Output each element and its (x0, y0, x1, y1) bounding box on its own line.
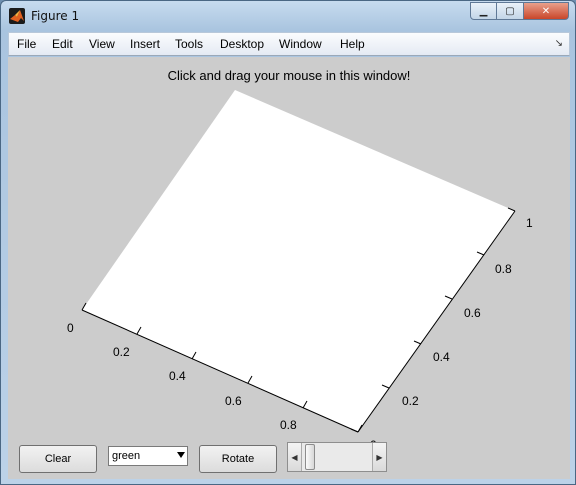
x-tick-label: 0.6 (225, 394, 242, 408)
figure-canvas[interactable]: Click and drag your mouse in this window… (8, 57, 570, 479)
menu-window[interactable]: Window (279, 37, 322, 51)
x-tick-label: 0 (67, 321, 74, 335)
maximize-icon: ▢ (505, 5, 515, 17)
close-button[interactable]: ✕ (524, 2, 569, 20)
menu-tools[interactable]: Tools (175, 37, 203, 51)
y-tick-label: 0.8 (495, 262, 512, 276)
maximize-button[interactable]: ▢ (497, 2, 524, 20)
figure-window: Figure 1 ▁ ▢ ✕ File Edit View Insert Too… (0, 0, 576, 485)
x-tick-label: 0.2 (113, 345, 130, 359)
slider[interactable]: ◀ ▶ (287, 442, 387, 472)
slider-right-arrow-icon[interactable]: ▶ (372, 443, 386, 471)
x-tick-label: 0.4 (169, 369, 186, 383)
title-bar[interactable]: Figure 1 ▁ ▢ ✕ (1, 1, 575, 31)
y-tick-label: 0.6 (464, 306, 481, 320)
clear-button[interactable]: Clear (19, 445, 97, 473)
menu-view[interactable]: View (89, 37, 115, 51)
slider-left-arrow-icon[interactable]: ◀ (288, 443, 302, 471)
menu-edit[interactable]: Edit (52, 37, 73, 51)
menu-desktop[interactable]: Desktop (220, 37, 264, 51)
y-tick-label: 0.2 (402, 394, 419, 408)
minimize-icon: ▁ (479, 5, 488, 17)
dock-arrow-icon[interactable]: ↘ (555, 38, 563, 49)
menu-file[interactable]: File (17, 37, 36, 51)
rotate-button-label: Rotate (221, 453, 255, 465)
clear-button-label: Clear (44, 453, 72, 465)
axes-3d[interactable]: 0 0.2 0.4 0.6 0.8 0 0.2 0.4 0.6 0.8 1 (8, 57, 570, 479)
x-tick-label: 0.8 (280, 418, 297, 432)
slider-thumb[interactable] (305, 444, 315, 470)
rotate-button[interactable]: Rotate (199, 445, 277, 473)
dropdown-arrow-icon (177, 452, 185, 458)
y-tick-label: 1 (526, 216, 533, 230)
window-controls: ▁ ▢ ✕ (470, 2, 569, 20)
menu-insert[interactable]: Insert (130, 37, 160, 51)
matlab-icon (9, 8, 25, 24)
color-select[interactable]: green (108, 446, 188, 466)
menu-help[interactable]: Help (340, 37, 365, 51)
menu-bar: File Edit View Insert Tools Desktop Wind… (8, 32, 570, 56)
close-icon: ✕ (541, 5, 551, 17)
y-tick-label: 0.4 (433, 350, 450, 364)
minimize-button[interactable]: ▁ (470, 2, 497, 20)
color-select-value: green (112, 450, 141, 462)
window-title: Figure 1 (31, 9, 80, 23)
axes-plane[interactable] (82, 90, 515, 432)
